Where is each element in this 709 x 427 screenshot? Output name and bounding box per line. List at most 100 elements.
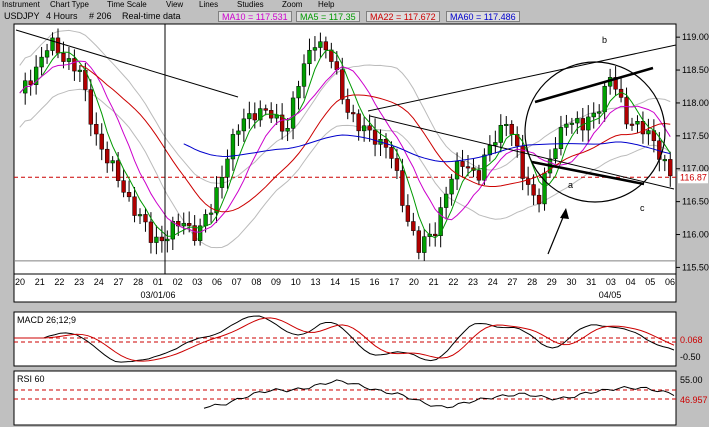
candle: [504, 123, 509, 126]
x-date-label: 04/05: [599, 290, 622, 300]
candle: [88, 89, 93, 125]
x-tick-label: 24: [488, 277, 498, 287]
ma22-badge: MA22 = 117.672: [366, 11, 440, 22]
candle: [121, 180, 126, 193]
y-tick-label: 115.50: [682, 262, 709, 272]
x-tick-label: 09: [271, 277, 281, 287]
feed-label: Real-time data: [122, 11, 181, 21]
candle: [225, 158, 230, 178]
y-tick-label: 118.00: [682, 98, 709, 108]
candle: [77, 69, 83, 72]
candle: [493, 142, 498, 146]
candle: [433, 233, 438, 236]
rsi-tick-label: 46.957: [680, 395, 708, 405]
candle: [159, 236, 165, 242]
menu-studies[interactable]: Studies: [237, 0, 264, 9]
candle: [44, 50, 50, 58]
macd-panel[interactable]: MACD 26;12;9 0.068 -0.50: [0, 311, 709, 368]
candle: [405, 205, 411, 222]
x-tick-label: 22: [54, 277, 64, 287]
candle: [115, 160, 121, 181]
macd-tick-label: -0.50: [680, 352, 701, 362]
candle: [597, 111, 602, 114]
candle: [143, 214, 148, 223]
candle: [389, 147, 394, 159]
candle: [99, 133, 104, 150]
candle: [542, 172, 547, 205]
annotation-b: b: [602, 35, 607, 45]
candle: [28, 80, 33, 85]
candle: [318, 41, 323, 48]
candle: [668, 159, 673, 177]
rsi-plot-area: [13, 370, 677, 426]
x-tick-label: 23: [74, 277, 84, 287]
x-tick-label: 27: [113, 277, 123, 287]
y-tick-label: 119.00: [682, 32, 709, 42]
candle: [476, 170, 482, 181]
x-tick-label: 01: [153, 277, 163, 287]
rsi-tick-label: 55.00: [680, 375, 703, 385]
candle: [219, 177, 225, 188]
menu-instrument[interactable]: Instrument: [2, 0, 40, 9]
candle: [137, 214, 143, 217]
candle: [323, 41, 329, 51]
x-tick-label: 22: [448, 277, 458, 287]
price-plot-area: [13, 23, 677, 275]
x-tick-label: 03: [192, 277, 202, 287]
x-date-label: 03/01/06: [140, 290, 175, 300]
candle: [400, 170, 405, 206]
x-tick-label: 21: [35, 277, 45, 287]
candle: [39, 56, 44, 68]
x-tick-label: 10: [291, 277, 301, 287]
candle: [487, 145, 493, 156]
timeframe-label: 4 Hours: [46, 11, 78, 21]
candle: [247, 113, 252, 120]
candle: [72, 58, 77, 72]
x-tick-label: 30: [567, 277, 577, 287]
candle: [564, 123, 569, 128]
menu-help[interactable]: Help: [318, 0, 334, 9]
candle: [132, 196, 137, 216]
menu-chart-type[interactable]: Chart Type: [50, 0, 89, 9]
candle: [105, 148, 110, 164]
candle: [351, 112, 356, 115]
candle: [110, 160, 115, 164]
price-chart[interactable]: 119.00118.50118.00117.50117.00116.50116.…: [0, 22, 709, 308]
candle: [241, 118, 247, 132]
x-tick-label: 17: [389, 277, 399, 287]
menu-lines[interactable]: Lines: [199, 0, 218, 9]
bars-label: # 206: [89, 11, 112, 21]
menu-zoom[interactable]: Zoom: [282, 0, 302, 9]
candle: [624, 97, 629, 125]
candle: [356, 113, 361, 132]
x-tick-label: 13: [310, 277, 320, 287]
candle: [569, 122, 575, 125]
y-tick-label: 117.50: [682, 131, 709, 141]
x-tick-label: 28: [527, 277, 537, 287]
candle: [208, 212, 214, 215]
candle: [345, 99, 350, 113]
candle: [416, 230, 421, 253]
candle: [454, 161, 460, 180]
x-tick-label: 03: [606, 277, 616, 287]
x-tick-label: 04: [626, 277, 636, 287]
candle: [635, 121, 640, 125]
candle: [449, 178, 454, 195]
candle: [553, 148, 558, 160]
candle: [465, 166, 471, 169]
menu-time-scale[interactable]: Time Scale: [107, 0, 147, 9]
rsi-panel[interactable]: RSI 60 55.00 46.957: [0, 370, 709, 426]
y-tick-label: 116.50: [682, 197, 709, 207]
x-tick-label: 16: [370, 277, 380, 287]
rsi-title: RSI 60: [17, 374, 45, 384]
x-tick-label: 23: [468, 277, 478, 287]
candle: [531, 184, 536, 196]
x-tick-label: 31: [586, 277, 596, 287]
candle: [203, 214, 208, 227]
ma60-badge: MA60 = 117.486: [446, 11, 520, 22]
x-tick-label: 14: [330, 277, 340, 287]
x-tick-label: 08: [251, 277, 261, 287]
candle: [50, 37, 55, 51]
candle: [236, 130, 241, 135]
menu-view[interactable]: View: [166, 0, 183, 9]
